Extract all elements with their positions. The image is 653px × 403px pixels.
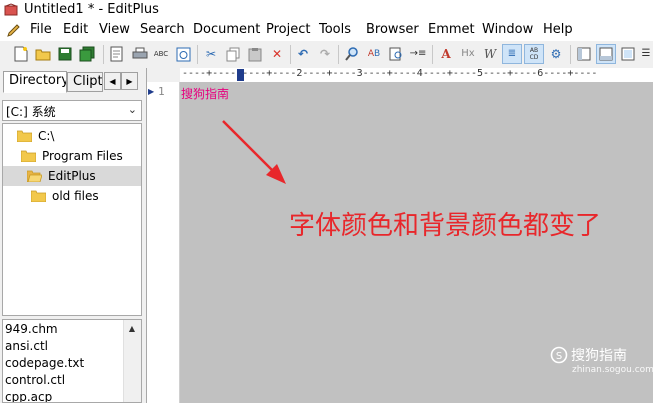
find-icon[interactable]	[343, 45, 361, 63]
new-file-icon[interactable]	[12, 45, 30, 63]
tab-directory[interactable]: Directory	[3, 71, 67, 93]
ruler-cursor-marker	[237, 69, 244, 81]
redo-icon[interactable]: ↷	[316, 45, 334, 63]
tree-item-label: C:\	[38, 129, 55, 143]
toolbar-separator	[103, 45, 104, 64]
file-list-item[interactable]: codepage.txt	[5, 356, 84, 370]
menu-document[interactable]: Document	[193, 22, 260, 37]
menu-project[interactable]: Project	[266, 22, 310, 37]
toolbar-separator	[338, 45, 339, 64]
directory-sidebar: Directory Clipt ◀ ▶ [C:] 系统 ⌄ C:\ Progra…	[0, 68, 147, 403]
folder-icon	[17, 130, 32, 142]
goto-line-icon[interactable]: →≡	[409, 45, 427, 63]
undo-icon[interactable]: ↶	[294, 45, 312, 63]
pen-icon	[7, 24, 20, 37]
tab-scroll-left-icon[interactable]: ◀	[104, 72, 121, 90]
tab-cliptext[interactable]: Clipt	[67, 72, 103, 92]
watermark-url: zhinan.sogou.com	[572, 365, 653, 375]
save-icon[interactable]	[56, 45, 74, 63]
open-folder-icon	[27, 170, 42, 182]
menu-search[interactable]: Search	[140, 22, 185, 37]
scroll-up-icon[interactable]: ▲	[124, 320, 140, 336]
menu-help[interactable]: Help	[543, 22, 573, 37]
font-icon[interactable]: A	[437, 45, 455, 63]
browser-view-icon[interactable]	[174, 45, 192, 63]
svg-text:S: S	[556, 351, 562, 362]
drive-select[interactable]: [C:] 系统 ⌄	[2, 100, 142, 121]
menu-emmet[interactable]: Emmet	[428, 22, 475, 37]
output-window-icon[interactable]	[596, 44, 616, 64]
list-icon[interactable]: ☰	[639, 45, 653, 63]
title-bar: Untitled1 * - EditPlus	[0, 0, 653, 20]
file-list-item[interactable]: cpp.acp	[5, 390, 52, 402]
folder-icon	[31, 190, 46, 202]
delete-icon[interactable]: ✕	[268, 45, 286, 63]
menu-browser[interactable]: Browser	[366, 22, 419, 37]
file-list-item[interactable]: control.ctl	[5, 373, 65, 387]
file-list: 949.chm ansi.ctl codepage.txt control.ct…	[2, 319, 142, 403]
print-icon[interactable]	[131, 45, 149, 63]
tree-item-old-files[interactable]: old files	[31, 186, 139, 206]
word-wrap-icon[interactable]: W	[481, 45, 499, 63]
tree-item-label: old files	[52, 189, 99, 203]
toolbar-separator	[432, 45, 433, 64]
column-select-icon[interactable]: AB CD	[524, 44, 544, 64]
menu-tools[interactable]: Tools	[319, 22, 351, 37]
menu-bar: File Edit View Search Document Project T…	[0, 20, 653, 41]
tree-item-editplus[interactable]: EditPlus	[3, 166, 141, 186]
editplus-logo-icon	[4, 3, 18, 16]
line-number: 1	[158, 85, 165, 98]
tree-item-program-files[interactable]: Program Files	[21, 146, 139, 166]
tree-item-label: Program Files	[42, 149, 123, 163]
copy-icon[interactable]	[224, 45, 242, 63]
file-list-scrollbar[interactable]: ▲	[123, 320, 141, 402]
drive-select-value: [C:] 系统	[6, 105, 56, 119]
ruler-marks: ----+----1----+----2----+----3----+----4…	[182, 68, 598, 79]
menu-view[interactable]: View	[99, 22, 130, 37]
menu-file[interactable]: File	[30, 22, 52, 37]
save-all-icon[interactable]	[78, 45, 96, 63]
preferences-icon[interactable]: ⚙	[547, 45, 565, 63]
current-line-arrow-icon: ▶	[148, 87, 155, 96]
toolbar-separator	[290, 45, 291, 64]
print-preview-icon[interactable]	[108, 45, 126, 63]
editor-area[interactable]: 搜狗指南 字体颜色和背景颜色都变了 S 搜狗指南 zhinan.sogou.co…	[180, 82, 653, 403]
directory-window-icon[interactable]	[575, 45, 593, 63]
paste-icon[interactable]	[246, 45, 264, 63]
editor-line-text: 搜狗指南	[181, 87, 230, 101]
find-in-files-icon[interactable]	[387, 45, 405, 63]
watermark-brand: 搜狗指南	[571, 348, 627, 364]
chevron-down-icon: ⌄	[127, 103, 137, 116]
replace-icon[interactable]: AB	[365, 45, 383, 63]
toolbar-separator	[570, 45, 571, 64]
cut-icon[interactable]: ✂	[202, 45, 220, 63]
line-number-icon[interactable]: ≣	[502, 44, 522, 64]
toolbar-separator	[197, 45, 198, 64]
html-toolbar-icon[interactable]: Hx	[459, 45, 477, 63]
spell-check-icon[interactable]: ABC	[152, 45, 170, 63]
tree-item-c-drive[interactable]: C:\	[17, 126, 137, 146]
annotation-text: 字体颜色和背景颜色都变了	[289, 211, 602, 241]
ruler-corner	[147, 68, 180, 82]
tab-scroll-right-icon[interactable]: ▶	[121, 72, 138, 90]
file-list-item[interactable]: 949.chm	[5, 322, 58, 336]
red-arrow-annotation	[222, 120, 286, 184]
tree-item-label: EditPlus	[48, 169, 96, 183]
toolbar: ABC ✂ ✕ ↶ ↷ AB →≡ A Hx W ≣ AB CD ⚙ ☰	[0, 41, 653, 69]
file-list-item[interactable]: ansi.ctl	[5, 339, 48, 353]
watermark: S 搜狗指南 zhinan.sogou.com	[550, 345, 653, 375]
menu-edit[interactable]: Edit	[63, 22, 88, 37]
menu-window[interactable]: Window	[482, 22, 533, 37]
directory-tree: C:\ Program Files EditPlus old files	[2, 123, 142, 316]
fullscreen-icon[interactable]	[619, 45, 637, 63]
column-ruler: ----+----1----+----2----+----3----+----4…	[180, 68, 653, 83]
sogou-logo-icon: S	[550, 346, 568, 364]
open-folder-icon[interactable]	[34, 45, 52, 63]
window-title: Untitled1 * - EditPlus	[24, 2, 159, 17]
line-number-gutter: ▶ 1	[147, 82, 180, 403]
folder-icon	[21, 150, 36, 162]
